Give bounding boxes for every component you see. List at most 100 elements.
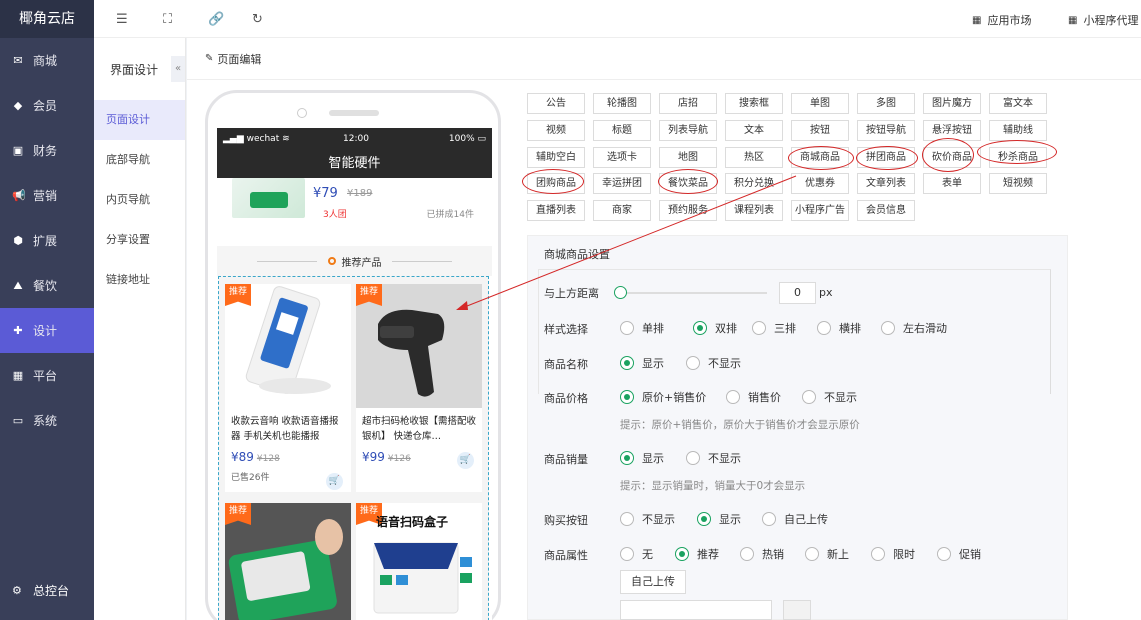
component-button[interactable]: 店招 bbox=[659, 93, 717, 114]
name-radio[interactable]: 不显示 bbox=[686, 355, 741, 371]
mini-agent-link[interactable]: ▦ 小程序代理 bbox=[1068, 12, 1138, 28]
upload-path-input[interactable] bbox=[620, 600, 772, 620]
buy-radio[interactable]: 不显示 bbox=[620, 511, 675, 527]
component-button[interactable]: 标题 bbox=[593, 120, 651, 141]
component-button[interactable]: 表单 bbox=[923, 173, 981, 194]
component-button[interactable]: 辅助空白 bbox=[527, 147, 585, 168]
attr-radio[interactable]: 促销 bbox=[937, 546, 981, 562]
component-button[interactable]: 直播列表 bbox=[527, 200, 585, 221]
component-button[interactable]: 积分兑换 bbox=[725, 173, 783, 194]
component-button[interactable]: 拼团商品 bbox=[857, 147, 915, 168]
subnav-item[interactable]: 内页导航 bbox=[94, 180, 185, 220]
sales-radio[interactable]: 显示 bbox=[620, 450, 664, 466]
product-card[interactable]: 推荐 bbox=[225, 503, 351, 620]
component-button[interactable]: 图片魔方 bbox=[923, 93, 981, 114]
component-button[interactable]: 热区 bbox=[725, 147, 783, 168]
component-button[interactable]: 按钮导航 bbox=[857, 120, 915, 141]
component-button[interactable]: 秒杀商品 bbox=[989, 147, 1047, 168]
component-button[interactable]: 幸运拼团 bbox=[593, 173, 651, 194]
component-button[interactable]: 会员信息 bbox=[857, 200, 915, 221]
buy-radio[interactable]: 自己上传 bbox=[762, 511, 828, 527]
refresh-icon[interactable]: ↻ bbox=[252, 12, 263, 27]
style-radio[interactable]: 横排 bbox=[817, 320, 861, 336]
component-button[interactable]: 商家 bbox=[593, 200, 651, 221]
sidebar-item-console[interactable]: ⚙ 总控台 bbox=[0, 575, 94, 605]
component-button[interactable]: 多图 bbox=[857, 93, 915, 114]
component-button[interactable]: 悬浮按钮 bbox=[923, 120, 981, 141]
sidebar-item-puzzle[interactable]: ✚ 设计 bbox=[0, 308, 94, 353]
component-button[interactable]: 团购商品 bbox=[527, 173, 585, 194]
component-button[interactable]: 公告 bbox=[527, 93, 585, 114]
product-card[interactable]: 推荐 超市扫码枪收银【需搭配收银机】 快递仓库… ¥99 ¥126 🛒 bbox=[356, 284, 482, 492]
cart-icon[interactable]: 🛒 bbox=[457, 452, 474, 469]
component-button[interactable]: 文本 bbox=[725, 120, 783, 141]
component-button[interactable]: 地图 bbox=[659, 147, 717, 168]
style-radio[interactable]: 左右滑动 bbox=[881, 320, 947, 336]
component-button[interactable]: 辅助线 bbox=[989, 120, 1047, 141]
component-button[interactable]: 选项卡 bbox=[593, 147, 651, 168]
name-radio[interactable]: 显示 bbox=[620, 355, 664, 371]
style-radio[interactable]: 双排 bbox=[693, 320, 737, 336]
top-distance-slider[interactable] bbox=[614, 286, 767, 299]
component-button[interactable]: 商城商品 bbox=[791, 147, 849, 168]
subnav-item[interactable]: 页面设计 bbox=[94, 100, 185, 140]
slider-knob[interactable] bbox=[614, 286, 627, 299]
price-radio[interactable]: 不显示 bbox=[802, 389, 857, 405]
app-market-link[interactable]: ▦ 应用市场 bbox=[972, 12, 1031, 28]
menu-fold-icon[interactable]: ☰ bbox=[116, 12, 128, 27]
collapse-button[interactable]: « bbox=[171, 56, 185, 82]
upload-button[interactable]: 自己上传 bbox=[620, 570, 686, 594]
sidebar-item-cube[interactable]: ⬢ 扩展 bbox=[0, 218, 94, 263]
cart-icon[interactable]: 🛒 bbox=[326, 473, 343, 490]
component-button[interactable]: 文章列表 bbox=[857, 173, 915, 194]
upload-browse-button[interactable] bbox=[783, 600, 811, 620]
component-button[interactable]: 砍价商品 bbox=[923, 147, 981, 168]
grid-icon: ▦ bbox=[12, 368, 24, 382]
sidebar-item-monitor[interactable]: ▭ 系统 bbox=[0, 398, 94, 443]
component-button[interactable]: 优惠券 bbox=[791, 173, 849, 194]
subnav-item[interactable]: 底部导航 bbox=[94, 140, 185, 180]
style-radio[interactable]: 单排 bbox=[620, 320, 664, 336]
component-button[interactable]: 搜索框 bbox=[725, 93, 783, 114]
attr-radio[interactable]: 无 bbox=[620, 546, 653, 562]
product-card[interactable]: 推荐 收款云音响 收款语音播报器 手机关机也能播报 ¥89 ¥128 已售26件 … bbox=[225, 284, 351, 492]
component-button[interactable]: 预约服务 bbox=[659, 200, 717, 221]
subnav-item[interactable]: 分享设置 bbox=[94, 220, 185, 260]
buy-radio[interactable]: 显示 bbox=[697, 511, 741, 527]
group-buy-item[interactable]: ¥79 ¥189 3人团 已拼成14件 bbox=[217, 178, 492, 246]
price-radio[interactable]: 原价+销售价 bbox=[620, 389, 706, 405]
fullscreen-icon[interactable]: ⛶ bbox=[163, 12, 172, 27]
sidebar-item-wallet[interactable]: ▣ 财务 bbox=[0, 128, 94, 173]
mall-goods-component[interactable]: 推荐 收款云音响 收款语音播报器 手机关机也能播报 ¥89 ¥128 已售26件 … bbox=[218, 276, 489, 620]
radio-circle bbox=[881, 321, 895, 335]
sidebar-item-diamond[interactable]: ◆ 会员 bbox=[0, 83, 94, 128]
attr-label: 商品属性 bbox=[544, 549, 588, 562]
component-button[interactable]: 按钮 bbox=[791, 120, 849, 141]
component-button[interactable]: 短视频 bbox=[989, 173, 1047, 194]
attr-radio[interactable]: 推荐 bbox=[675, 546, 719, 562]
component-button[interactable]: 单图 bbox=[791, 93, 849, 114]
group-old-price: ¥189 bbox=[347, 188, 373, 199]
attr-radio[interactable]: 新上 bbox=[805, 546, 849, 562]
component-button[interactable]: 餐饮菜品 bbox=[659, 173, 717, 194]
attr-radio[interactable]: 限时 bbox=[871, 546, 915, 562]
component-button[interactable]: 轮播图 bbox=[593, 93, 651, 114]
sales-radio[interactable]: 不显示 bbox=[686, 450, 741, 466]
link-icon[interactable]: 🔗 bbox=[208, 12, 224, 27]
attr-radio[interactable]: 热销 bbox=[740, 546, 784, 562]
component-button[interactable]: 小程序广告 bbox=[791, 200, 849, 221]
component-button[interactable]: 富文本 bbox=[989, 93, 1047, 114]
price-radio[interactable]: 销售价 bbox=[726, 389, 781, 405]
top-distance-input[interactable]: 0 bbox=[779, 282, 816, 304]
subnav-item[interactable]: 链接地址 bbox=[94, 260, 185, 300]
sidebar-item-dish[interactable]: ⛰ 餐饮 bbox=[0, 263, 94, 308]
product-card[interactable]: 推荐 语音扫码盒子 bbox=[356, 503, 482, 620]
component-button[interactable]: 视频 bbox=[527, 120, 585, 141]
component-button[interactable]: 列表导航 bbox=[659, 120, 717, 141]
brand-logo: 椰角云店 bbox=[0, 0, 94, 38]
sidebar-item-grid[interactable]: ▦ 平台 bbox=[0, 353, 94, 398]
style-radio[interactable]: 三排 bbox=[752, 320, 796, 336]
component-button[interactable]: 课程列表 bbox=[725, 200, 783, 221]
sidebar-item-megaphone[interactable]: 📢 营销 bbox=[0, 173, 94, 218]
sidebar-item-mail[interactable]: ✉ 商城 bbox=[0, 38, 94, 83]
